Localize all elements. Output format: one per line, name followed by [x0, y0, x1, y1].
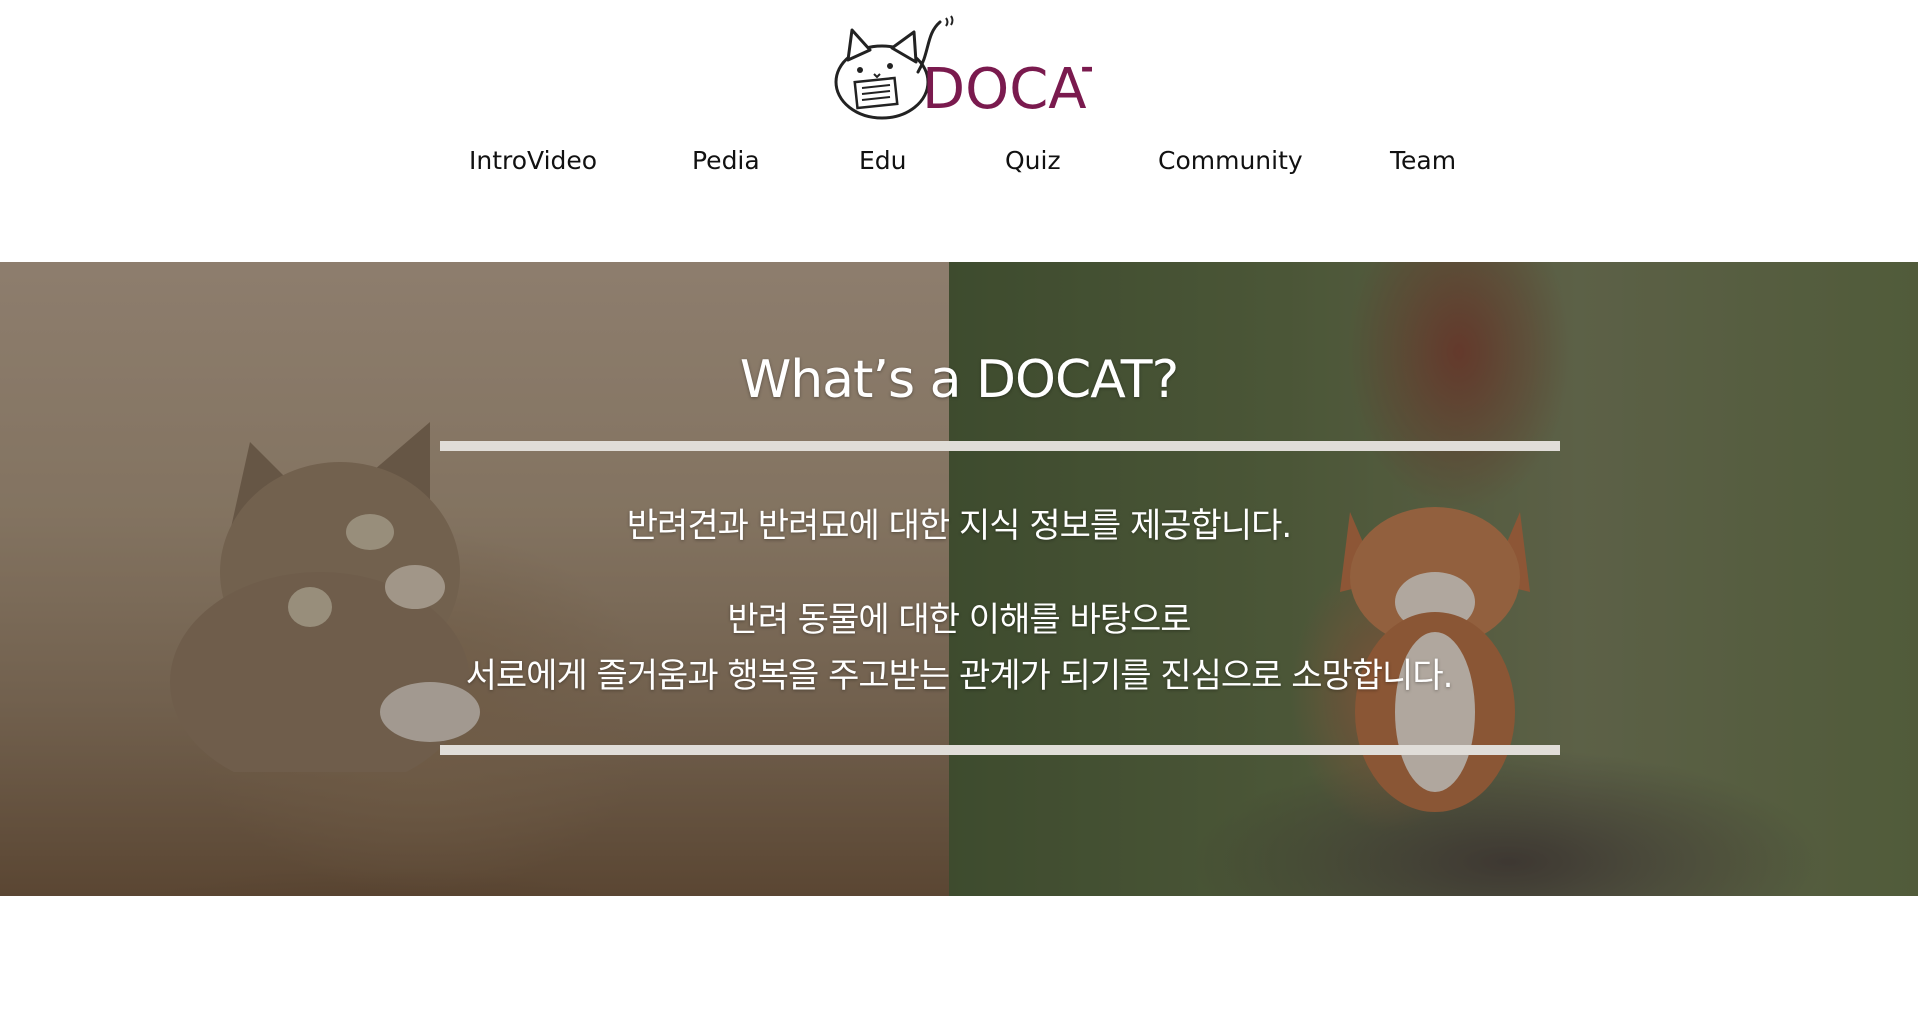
- svg-text:DOCAT: DOCAT: [922, 57, 1092, 122]
- cat-logo-icon: DOCAT: [834, 15, 1092, 122]
- nav-item-quiz[interactable]: Quiz: [1005, 146, 1061, 175]
- hero-content: What’s a DOCAT? 반려견과 반려묘에 대한 지식 정보를 제공합니…: [0, 262, 1918, 896]
- nav-item-edu[interactable]: Edu: [859, 146, 907, 175]
- site-header: DOCAT IntroVideo Pedia Edu Quiz Communit…: [0, 0, 1918, 262]
- main-nav: IntroVideo Pedia Edu Quiz Community Team: [0, 146, 1918, 182]
- hero-description-line-1: 반려견과 반려묘에 대한 지식 정보를 제공합니다.: [626, 506, 1292, 546]
- hero-banner: What’s a DOCAT? 반려견과 반려묘에 대한 지식 정보를 제공합니…: [0, 262, 1918, 896]
- nav-item-pedia[interactable]: Pedia: [692, 146, 760, 175]
- nav-item-introvideo[interactable]: IntroVideo: [469, 146, 597, 175]
- docat-logo[interactable]: DOCAT: [830, 12, 1092, 122]
- hero-description-line-2: 반려 동물에 대한 이해를 바탕으로: [727, 600, 1191, 640]
- nav-item-team[interactable]: Team: [1390, 146, 1456, 175]
- hero-description-line-3: 서로에게 즐거움과 행복을 주고받는 관계가 되기를 진심으로 소망합니다.: [465, 656, 1454, 696]
- nav-item-community[interactable]: Community: [1158, 146, 1303, 175]
- hero-divider-top: [440, 441, 1560, 451]
- hero-divider-bottom: [440, 745, 1560, 755]
- page: DOCAT IntroVideo Pedia Edu Quiz Communit…: [0, 0, 1918, 1018]
- hero-title: What’s a DOCAT?: [739, 350, 1179, 410]
